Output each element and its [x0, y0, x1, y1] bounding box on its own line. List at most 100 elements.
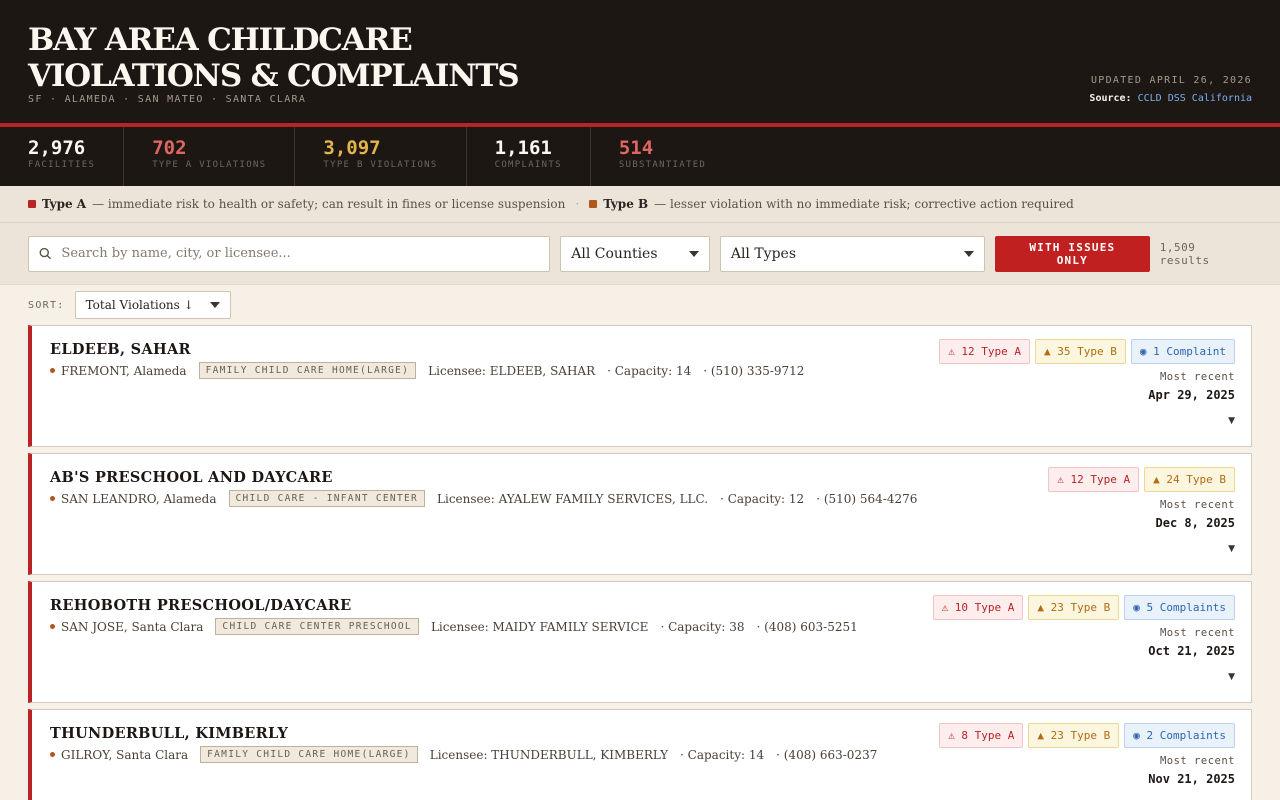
- complaint-badge: ◉ 2 Complaints: [1124, 723, 1235, 748]
- stat-label: SUBSTANTIATED: [618, 160, 707, 170]
- location-dot-icon: [50, 496, 55, 501]
- facility-name: THUNDERBULL, KIMBERLY: [50, 725, 289, 742]
- source-line: Source: CCLD DSS California: [1089, 93, 1252, 104]
- violation-legend: Type A — immediate risk to health or saf…: [0, 186, 1280, 223]
- complaint-badge: ◉ 5 Complaints: [1124, 595, 1235, 620]
- most-recent-date: Oct 21, 2025: [1148, 644, 1235, 658]
- facility-phone: · (408) 663-0237: [776, 747, 878, 762]
- most-recent-label: Most recent: [1159, 627, 1235, 639]
- legend-type-a-title: Type A: [42, 197, 87, 211]
- county-select[interactable]: All Counties: [560, 235, 710, 272]
- with-issues-only-button[interactable]: WITH ISSUES ONLY: [994, 235, 1150, 272]
- facility-meta: FREMONT, Alameda FAMILY CHILD CARE HOME(…: [50, 362, 804, 379]
- facility-location: GILROY, Santa Clara: [61, 747, 189, 762]
- stat-value: 702: [152, 137, 187, 159]
- type-a-badge: ⚠ 10 Type A: [932, 595, 1024, 620]
- search-icon: [39, 247, 51, 260]
- facility-location: SAN JOSE, Santa Clara: [61, 619, 204, 634]
- facility-meta: SAN LEANDRO, Alameda CHILD CARE - INFANT…: [50, 490, 917, 507]
- type-b-badge: ▲ 24 Type B: [1144, 467, 1235, 492]
- facility-type-tag: CHILD CARE CENTER PRESCHOOL: [215, 618, 419, 635]
- results-count: 1,509 results: [1159, 240, 1210, 267]
- facility-card[interactable]: REHOBOTH PRESCHOOL/DAYCARE SAN JOSE, San…: [28, 581, 1252, 703]
- facility-phone: · (408) 603-5251: [756, 619, 858, 634]
- facility-type-tag: FAMILY CHILD CARE HOME(LARGE): [198, 362, 417, 379]
- facility-capacity: · Capacity: 14: [680, 747, 765, 762]
- stats-bar: 2,976 FACILITIES 702 TYPE A VIOLATIONS 3…: [0, 127, 1280, 186]
- chevron-down-icon: [688, 250, 699, 257]
- facility-card[interactable]: ELDEEB, SAHAR FREMONT, Alameda FAMILY CH…: [28, 325, 1252, 447]
- expand-chevron-icon[interactable]: ▼: [1228, 416, 1235, 426]
- stat-complaints: 1,161 COMPLAINTS: [467, 127, 591, 186]
- stat-substantiated: 514 SUBSTANTIATED: [591, 127, 734, 186]
- most-recent-date: Nov 21, 2025: [1148, 772, 1235, 786]
- legend-type-b-desc: — lesser violation with no immediate ris…: [654, 197, 1074, 211]
- facility-capacity: · Capacity: 12: [720, 491, 805, 506]
- facility-phone: · (510) 335-9712: [703, 363, 805, 378]
- most-recent-label: Most recent: [1159, 499, 1235, 511]
- search-box[interactable]: [28, 235, 551, 272]
- filter-bar: All Counties All Types WITH ISSUES ONLY …: [0, 223, 1280, 285]
- stat-type-b: 3,097 TYPE B VIOLATIONS: [295, 127, 467, 186]
- stat-label: FACILITIES: [28, 160, 96, 170]
- sort-bar: SORT: Total Violations ↓: [0, 285, 1280, 325]
- type-a-badge: ⚠ 8 Type A: [939, 723, 1024, 748]
- most-recent-date: Apr 29, 2025: [1148, 388, 1235, 402]
- sort-select-value: Total Violations ↓: [85, 298, 194, 312]
- stat-value: 3,097: [323, 137, 381, 159]
- facility-card[interactable]: AB'S PRESCHOOL AND DAYCARE SAN LEANDRO, …: [28, 453, 1252, 575]
- chevron-down-icon: [963, 250, 974, 257]
- most-recent-label: Most recent: [1159, 371, 1235, 383]
- facility-phone: · (510) 564-4276: [816, 491, 918, 506]
- facility-card[interactable]: THUNDERBULL, KIMBERLY GILROY, Santa Clar…: [28, 709, 1252, 800]
- type-a-swatch: [28, 200, 36, 208]
- violation-badges: ⚠ 12 Type A ▲ 24 Type B: [1043, 467, 1235, 492]
- title-line-2: VIOLATIONS & COMPLAINTS: [28, 58, 520, 94]
- search-input[interactable]: [61, 246, 540, 261]
- stat-label: COMPLAINTS: [494, 160, 562, 170]
- type-a-badge: ⚠ 12 Type A: [939, 339, 1031, 364]
- sort-select[interactable]: Total Violations ↓: [74, 291, 231, 319]
- stat-facilities: 2,976 FACILITIES: [28, 127, 125, 186]
- source-link[interactable]: CCLD DSS California: [1138, 93, 1252, 104]
- facility-type-tag: FAMILY CHILD CARE HOME(LARGE): [200, 746, 418, 763]
- facility-name: ELDEEB, SAHAR: [50, 341, 191, 358]
- complaint-badge: ◉ 1 Complaint: [1130, 339, 1235, 364]
- type-select[interactable]: All Types: [719, 235, 985, 272]
- source-label: Source:: [1089, 93, 1132, 104]
- expand-chevron-icon[interactable]: ▼: [1228, 544, 1235, 554]
- page-header: BAY AREA CHILDCARE VIOLATIONS & COMPLAIN…: [0, 0, 1280, 123]
- facility-licensee: Licensee: MAIDY FAMILY SERVICE: [430, 619, 649, 634]
- stat-label: TYPE A VIOLATIONS: [152, 160, 267, 170]
- type-a-badge: ⚠ 12 Type A: [1048, 467, 1140, 492]
- type-b-badge: ▲ 23 Type B: [1028, 595, 1120, 620]
- facility-name: AB'S PRESCHOOL AND DAYCARE: [50, 469, 333, 486]
- type-b-badge: ▲ 35 Type B: [1035, 339, 1126, 364]
- location-dot-icon: [50, 624, 55, 629]
- stat-label: TYPE B VIOLATIONS: [323, 160, 438, 170]
- expand-chevron-icon[interactable]: ▼: [1228, 672, 1235, 682]
- facility-licensee: Licensee: AYALEW FAMILY SERVICES, LLC.: [437, 491, 709, 506]
- type-b-badge: ▲ 23 Type B: [1028, 723, 1120, 748]
- most-recent-label: Most recent: [1159, 755, 1235, 767]
- location-dot-icon: [50, 752, 55, 757]
- updated-date: UPDATED APRIL 26, 2026: [1090, 75, 1252, 86]
- type-select-value: All Types: [730, 245, 797, 262]
- violation-badges: ⚠ 12 Type A ▲ 35 Type B ◉ 1 Complaint: [934, 339, 1235, 364]
- facility-capacity: · Capacity: 38: [660, 619, 745, 634]
- facility-location: FREMONT, Alameda: [61, 363, 187, 378]
- facility-type-tag: CHILD CARE - INFANT CENTER: [228, 490, 426, 507]
- legend-separator: ·: [575, 197, 580, 211]
- stat-value: 2,976: [28, 137, 86, 159]
- stat-value: 1,161: [494, 137, 552, 159]
- facility-licensee: Licensee: THUNDERBULL, KIMBERLY: [429, 747, 669, 762]
- counties-subtitle: SF · ALAMEDA · SAN MATEO · SANTA CLARA: [28, 94, 307, 105]
- type-b-swatch: [589, 200, 598, 208]
- facility-meta: GILROY, Santa Clara FAMILY CHILD CARE HO…: [50, 746, 877, 763]
- facility-name: REHOBOTH PRESCHOOL/DAYCARE: [50, 597, 352, 614]
- facility-list: ELDEEB, SAHAR FREMONT, Alameda FAMILY CH…: [0, 325, 1280, 800]
- title-line-1: BAY AREA CHILDCARE: [28, 22, 413, 58]
- stat-type-a: 702 TYPE A VIOLATIONS: [124, 127, 296, 186]
- sort-label: SORT:: [28, 299, 65, 311]
- county-select-value: All Counties: [571, 245, 658, 262]
